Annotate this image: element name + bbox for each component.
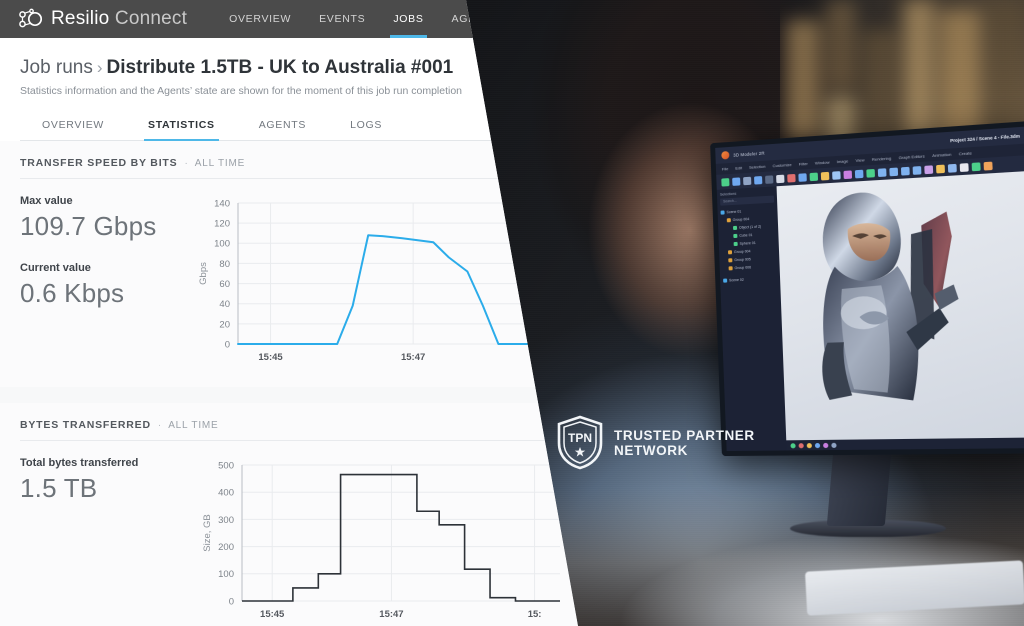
stats-column: Total bytes transferred 1.5 TB bbox=[20, 457, 192, 626]
card-title: TRANSFER SPEED BY BITS bbox=[20, 157, 178, 169]
card-separator-dot: · bbox=[184, 158, 188, 169]
y-axis-tick: 0 bbox=[229, 596, 234, 607]
y-axis-tick: 100 bbox=[218, 569, 234, 580]
y-axis-label: Gbps bbox=[198, 262, 209, 285]
y-axis-tick: 60 bbox=[219, 279, 230, 290]
y-axis-tick: 80 bbox=[219, 259, 230, 270]
y-axis-tick: 300 bbox=[218, 515, 234, 526]
tpn-badge: TPN TRUSTED PARTNER NETWORK bbox=[556, 415, 755, 470]
y-axis-tick: 20 bbox=[219, 319, 230, 330]
stat-value-max-value: 109.7 Gbps bbox=[20, 211, 157, 241]
nav-item-jobs[interactable]: JOBS bbox=[390, 0, 427, 38]
stat-label-max-value: Max value bbox=[20, 195, 73, 207]
monitor-bezel bbox=[710, 120, 1024, 457]
nav-item-overview[interactable]: OVERVIEW bbox=[229, 0, 291, 38]
brand-wordmark: Resilio Connect bbox=[51, 8, 187, 30]
tpn-badge-text: TRUSTED PARTNER NETWORK bbox=[614, 428, 755, 458]
y-axis-tick: 140 bbox=[214, 198, 230, 209]
brand-logo[interactable]: Resilio Connect bbox=[0, 8, 187, 30]
tpn-shield-icon: TPN bbox=[557, 415, 603, 470]
tpn-line-2: NETWORK bbox=[614, 442, 688, 458]
brand-primary: Resilio bbox=[51, 8, 110, 29]
tab-agents[interactable]: AGENTS bbox=[237, 110, 328, 140]
step-chart-svg: 0 100 200 300 400 500 Size, GB 15:45 15:47 15: bbox=[202, 460, 560, 620]
tpn-line-1: TRUSTED PARTNER bbox=[614, 427, 755, 443]
series-path bbox=[242, 473, 560, 602]
y-axis-tick: 120 bbox=[214, 219, 230, 230]
card-separator-dot: · bbox=[157, 420, 162, 431]
x-axis-tick: 15:45 bbox=[260, 609, 285, 620]
stat-value-current-value: 0.6 Kbps bbox=[20, 278, 125, 308]
stat-label-current-value: Current value bbox=[20, 262, 91, 274]
screenshot-root: 3D Modeler 2R Project 324 / Scene 4 - Fi… bbox=[0, 0, 1024, 626]
brand-secondary: Connect bbox=[114, 8, 188, 29]
card-time-range[interactable]: ALL TIME bbox=[195, 158, 245, 169]
tab-logs[interactable]: LOGS bbox=[328, 110, 404, 140]
card-title: BYTES TRANSFERRED bbox=[20, 419, 151, 431]
x-axis-tick: 15:45 bbox=[258, 352, 283, 363]
nav-item-events[interactable]: EVENTS bbox=[319, 0, 365, 38]
line-chart-svg: 0 20 40 60 80 100 120 140 Gbps 15:45 15:47 bbox=[198, 198, 549, 363]
breadcrumb-separator: › bbox=[96, 58, 103, 77]
card-time-range[interactable]: ALL TIME bbox=[168, 420, 218, 431]
y-axis-tick: 400 bbox=[218, 488, 234, 499]
x-axis-tick: 15: bbox=[528, 609, 542, 620]
y-axis-tick: 500 bbox=[218, 460, 234, 471]
y-axis-tick: 0 bbox=[225, 339, 230, 350]
y-axis-tick: 100 bbox=[214, 239, 230, 250]
tab-statistics[interactable]: STATISTICS bbox=[126, 110, 237, 141]
stat-label-total-bytes: Total bytes transferred bbox=[20, 457, 139, 469]
x-axis-tick: 15:47 bbox=[379, 609, 403, 620]
y-axis-tick: 40 bbox=[219, 299, 230, 310]
tab-overview[interactable]: OVERVIEW bbox=[20, 110, 126, 140]
x-axis-tick: 15:47 bbox=[401, 352, 425, 363]
stats-column: Max value 109.7 Gbps Current value 0.6 K… bbox=[20, 195, 192, 375]
series-path bbox=[237, 234, 549, 345]
stat-value-total-bytes: 1.5 TB bbox=[20, 473, 98, 503]
y-axis-label: Size, GB bbox=[202, 514, 213, 552]
page-title: Distribute 1.5TB - UK to Australia #001 bbox=[106, 57, 454, 78]
monitor-stand bbox=[826, 452, 892, 526]
resilio-node-network-icon bbox=[19, 8, 43, 28]
monitor-display: 3D Modeler 2R Project 324 / Scene 4 - Fi… bbox=[710, 120, 1024, 457]
tpn-shield-text: TPN bbox=[568, 431, 592, 445]
y-axis-tick: 200 bbox=[218, 542, 234, 553]
breadcrumb-parent-link[interactable]: Job runs bbox=[20, 57, 93, 78]
